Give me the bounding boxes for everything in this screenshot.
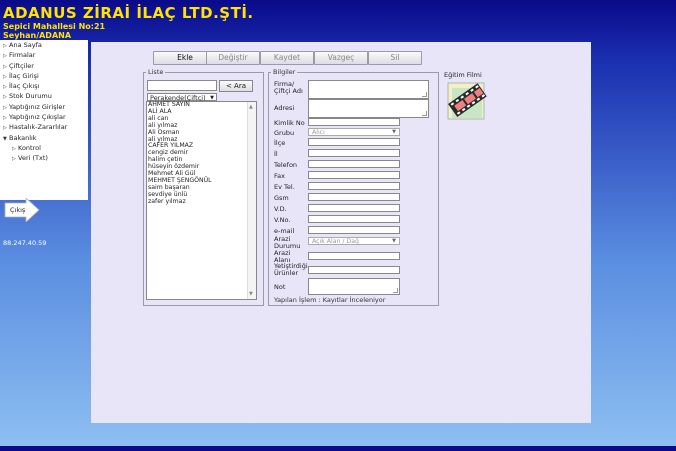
note-field[interactable] [308,278,400,295]
menu-item-ilac-cikisi[interactable]: ▷ İlaç Çıkışı [0,81,88,91]
menu-item-yaptiginiz-girisler[interactable]: ▷ Yaptığınız Girişler [0,102,88,112]
menu-item-label: Çiftçiler [9,61,34,70]
tax-office-label: V.D. [274,205,287,213]
side-menu: ▷ Ana Sayfa ▷ Firmalar ▷ Çiftçiler ▷ İlaç Gi… [0,40,88,200]
search-button[interactable]: < Ara [219,80,253,92]
city-label: İl [274,150,278,158]
menu-item-yaptiginiz-cikislar[interactable]: ▷ Yaptığınız Çıkışlar [0,112,88,122]
menu-item-label: Yaptığınız Çıkışlar [9,113,66,122]
scroll-down-icon[interactable]: ▼ [249,291,253,297]
menu-item-label: Veri (Txt) [18,154,48,163]
menu-item-label: Ana Sayfa [9,41,42,49]
company-name: ADANUS ZİRAİ İLAÇ LTD.ŞTİ. [3,4,254,22]
group-label: Grubu [274,129,295,137]
land-status-select[interactable]: Açık Alan / Dağ ▼ [308,237,400,245]
products-field[interactable] [308,266,400,274]
cancel-button[interactable]: Vazgeç [314,51,368,65]
address-label: Adresi [274,104,295,112]
district-label: İlçe [274,139,286,147]
menu-item-ilac-girisi[interactable]: ▷ İlaç Girişi [0,71,88,81]
menu-item-label: Firmalar [9,51,36,60]
company-address-line2: Seyhan/ADANA [3,31,72,40]
id-no-label: Kimlik No [274,119,305,127]
land-area-field[interactable] [308,252,400,260]
list-item[interactable]: zafer yılmaz [147,198,256,206]
menu-item-label: Kontrol [18,143,41,152]
film-reel-graphic [447,82,487,120]
city-field[interactable] [308,149,400,157]
firm-name-label: Firma/ Çiftçi Adı [274,80,303,95]
menu-item-label: İlaç Çıkışı [9,82,40,91]
menu-item-stok-durumu[interactable]: ▷ Stok Durumu [0,91,88,101]
group-value: Alıcı [312,129,325,136]
save-button[interactable]: Kaydet [260,51,314,65]
header: ADANUS ZİRAİ İLAÇ LTD.ŞTİ. Sepici Mahall… [0,0,676,40]
menu-item-hastalik-zararlilar[interactable]: ▷ Hastalık-Zararlılar [0,122,88,132]
group-select[interactable]: Alıcı ▼ [308,128,400,136]
customer-type-select[interactable]: Perakende(Çiftçi) ▼ [147,93,217,102]
delete-button[interactable]: Sil [368,51,422,65]
home-phone-field[interactable] [308,182,400,190]
menu-item-ana-sayfa[interactable]: ▷ Ana Sayfa [0,40,88,50]
tax-no-field[interactable] [308,215,400,223]
id-no-field[interactable] [308,118,400,126]
note-label: Not [274,283,286,291]
menu-item-label: İlaç Girişi [9,71,39,80]
mobile-label: Gsm [274,194,289,202]
menu-item-bakanlik[interactable]: ▼ Bakanlık [0,133,88,143]
menu-item-veri-txt[interactable]: ▷ Veri (Txt) [0,153,88,163]
list-legend: Liste [148,68,164,76]
land-status-value: Açık Alan / Dağ [312,238,359,245]
products-label: Yetiştirdiği Ürünler [274,262,308,277]
customer-listbox[interactable]: AHMET SAYIN ALİ ALA ali can ali yılmaz A… [146,101,257,300]
menu-item-label: Stok Durumu [9,92,52,101]
fax-field[interactable] [308,171,400,179]
phone-field[interactable] [308,160,400,168]
district-field[interactable] [308,138,400,146]
ip-address: 88.247.40.59 [3,239,47,247]
company-address-line1: Sepici Mahallesi No:21 [3,22,106,31]
tax-no-label: V.No. [274,216,291,224]
change-button[interactable]: Değiştir [206,51,260,65]
training-film-label: Eğitim Filmi [444,71,482,79]
scroll-up-icon[interactable]: ▲ [249,104,253,110]
email-field[interactable] [308,226,400,234]
mobile-field[interactable] [308,193,400,201]
address-field[interactable] [308,99,429,118]
status-text: Yapılan İşlem : Kayıtlar İnceleniyor [274,296,386,304]
menu-item-ciftciler[interactable]: ▷ Çiftçiler [0,61,88,71]
film-reel-icon[interactable] [446,80,490,122]
chevron-down-icon: ▼ [392,129,396,135]
email-label: e-mail [274,227,295,235]
firm-name-field[interactable] [308,80,429,99]
bottom-bar [0,446,676,451]
list-search-input[interactable] [147,80,217,91]
list-scrollbar[interactable]: ▲ ▼ [247,102,256,299]
details-legend: Bilgiler [273,68,296,76]
exit-label: Çıkış [10,206,26,214]
menu-item-kontrol[interactable]: ▷ Kontrol [0,143,88,153]
exit-button[interactable]: Çıkış [4,197,40,223]
menu-item-label: Yaptığınız Girişler [9,102,66,111]
tax-office-field[interactable] [308,204,400,212]
home-phone-label: Ev Tel. [274,183,295,191]
land-status-label: Arazi Durumu [274,235,301,250]
menu-item-firmalar[interactable]: ▷ Firmalar [0,50,88,60]
menu-item-label: Hastalık-Zararlılar [9,123,68,132]
fax-label: Fax [274,172,285,180]
menu-item-label: Bakanlık [9,133,37,142]
phone-label: Telefon [274,161,298,169]
chevron-down-icon: ▼ [392,238,396,244]
